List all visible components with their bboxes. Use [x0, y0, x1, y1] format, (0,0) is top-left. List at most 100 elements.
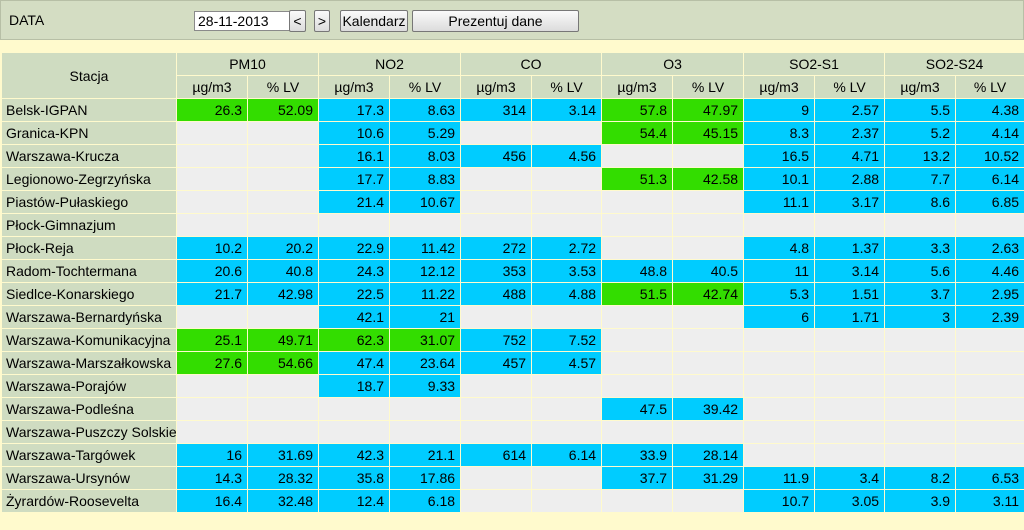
concentration-cell — [884, 213, 957, 237]
percent-lv-cell — [246, 305, 320, 329]
concentration-cell: 11.9 — [743, 466, 816, 490]
unit-header-ugm3: µg/m3 — [884, 75, 957, 99]
concentration-cell: 3.3 — [884, 236, 957, 260]
concentration-cell: 24.3 — [318, 259, 391, 283]
show-data-button[interactable]: Prezentuj dane — [412, 10, 579, 32]
station-name: Warszawa-Ursynów — [1, 466, 177, 490]
concentration-cell — [176, 121, 248, 145]
table-row: Warszawa-Ursynów 14.3 28.32 35.8 17.86 37.7 31… — [1, 466, 1024, 490]
concentration-cell — [884, 351, 957, 375]
concentration-cell: 614 — [460, 443, 533, 467]
table-row: Piastów-Pułaskiego 21.4 10.67 11.1 3.17 8.6 6.… — [1, 190, 1024, 214]
percent-lv-cell — [672, 305, 745, 329]
percent-lv-cell: 47.97 — [672, 98, 745, 122]
percent-lv-cell — [955, 397, 1024, 421]
concentration-cell: 62.3 — [318, 328, 391, 352]
previous-day-button[interactable]: < — [289, 10, 306, 32]
concentration-cell: 14.3 — [176, 466, 248, 490]
table-row: Płock-Reja 10.2 20.2 22.9 11.42 272 2.72 4.8 1.3… — [1, 236, 1024, 260]
percent-lv-cell — [814, 351, 886, 375]
station-name: Piastów-Pułaskiego — [1, 190, 177, 214]
toolbar: DATA < > Kalendarz Prezentuj dane — [0, 0, 1024, 40]
concentration-cell: 3.9 — [884, 489, 957, 513]
percent-lv-cell — [955, 420, 1024, 444]
percent-lv-cell — [531, 213, 603, 237]
concentration-cell: 457 — [460, 351, 533, 375]
percent-lv-cell: 40.5 — [672, 259, 745, 283]
table-row: Radom-Tochtermana 20.6 40.8 24.3 12.12 353 3.5… — [1, 259, 1024, 283]
percent-lv-cell: 4.46 — [955, 259, 1024, 283]
unit-header-percent-lv: % LV — [672, 75, 745, 99]
concentration-cell — [460, 397, 533, 421]
percent-lv-cell: 2.95 — [955, 282, 1024, 306]
next-day-button[interactable]: > — [314, 10, 330, 32]
percent-lv-cell — [814, 328, 886, 352]
percent-lv-cell: 6.53 — [955, 466, 1024, 490]
concentration-cell: 48.8 — [601, 259, 674, 283]
unit-header-percent-lv: % LV — [955, 75, 1024, 99]
percent-lv-cell — [955, 443, 1024, 467]
station-name: Siedlce-Konarskiego — [1, 282, 177, 306]
percent-lv-cell: 6.85 — [955, 190, 1024, 214]
percent-lv-cell: 5.29 — [389, 121, 462, 145]
concentration-cell — [743, 420, 816, 444]
concentration-cell — [176, 167, 248, 191]
percent-lv-cell — [246, 121, 320, 145]
concentration-cell: 47.4 — [318, 351, 391, 375]
percent-lv-cell: 7.52 — [531, 328, 603, 352]
unit-header-ugm3: µg/m3 — [176, 75, 248, 99]
percent-lv-cell: 17.86 — [389, 466, 462, 490]
concentration-cell: 54.4 — [601, 121, 674, 145]
date-label: DATA — [9, 12, 45, 28]
percent-lv-cell — [814, 443, 886, 467]
concentration-cell: 27.6 — [176, 351, 248, 375]
concentration-cell: 51.3 — [601, 167, 674, 191]
concentration-cell — [176, 397, 248, 421]
concentration-cell: 42.1 — [318, 305, 391, 329]
group-header-o3: O3 — [601, 52, 745, 76]
table-row: Płock-Gimnazjum — [1, 213, 1024, 237]
concentration-cell: 7.7 — [884, 167, 957, 191]
concentration-cell: 20.6 — [176, 259, 248, 283]
percent-lv-cell — [672, 351, 745, 375]
percent-lv-cell: 4.88 — [531, 282, 603, 306]
concentration-cell: 21.7 — [176, 282, 248, 306]
concentration-cell — [176, 144, 248, 168]
percent-lv-cell: 2.39 — [955, 305, 1024, 329]
percent-lv-cell — [531, 121, 603, 145]
table-row: Żyrardów-Roosevelta 16.4 32.48 12.4 6.18 10.7… — [1, 489, 1024, 513]
concentration-cell — [460, 121, 533, 145]
station-name: Warszawa-Targówek — [1, 443, 177, 467]
percent-lv-cell — [672, 213, 745, 237]
concentration-cell: 25.1 — [176, 328, 248, 352]
measurements-table: Stacja PM10 NO2 CO O3 SO2-S1 SO2-S24 µg/… — [1, 52, 1024, 513]
concentration-cell: 16 — [176, 443, 248, 467]
percent-lv-cell: 4.56 — [531, 144, 603, 168]
station-name: Warszawa-Marszałkowska — [1, 351, 177, 375]
unit-header-percent-lv: % LV — [531, 75, 603, 99]
percent-lv-cell: 42.74 — [672, 282, 745, 306]
percent-lv-cell: 21 — [389, 305, 462, 329]
concentration-cell: 5.5 — [884, 98, 957, 122]
concentration-cell: 13.2 — [884, 144, 957, 168]
percent-lv-cell: 11.42 — [389, 236, 462, 260]
unit-header-ugm3: µg/m3 — [743, 75, 816, 99]
percent-lv-cell — [814, 213, 886, 237]
percent-lv-cell: 2.72 — [531, 236, 603, 260]
concentration-cell: 17.7 — [318, 167, 391, 191]
station-name: Warszawa-Puszczy Solskiej — [1, 420, 177, 444]
concentration-cell: 42.3 — [318, 443, 391, 467]
concentration-cell — [743, 443, 816, 467]
group-header-pm10: PM10 — [175, 52, 320, 76]
percent-lv-cell — [814, 397, 886, 421]
concentration-cell — [460, 305, 533, 329]
concentration-cell — [176, 305, 248, 329]
percent-lv-cell: 3.53 — [531, 259, 603, 283]
concentration-cell: 21.4 — [318, 190, 391, 214]
percent-lv-cell: 1.37 — [814, 236, 886, 260]
percent-lv-cell — [531, 190, 603, 214]
percent-lv-cell — [246, 374, 320, 398]
calendar-button[interactable]: Kalendarz — [340, 10, 408, 32]
station-name: Płock-Reja — [1, 236, 177, 260]
percent-lv-cell: 3.11 — [955, 489, 1024, 513]
